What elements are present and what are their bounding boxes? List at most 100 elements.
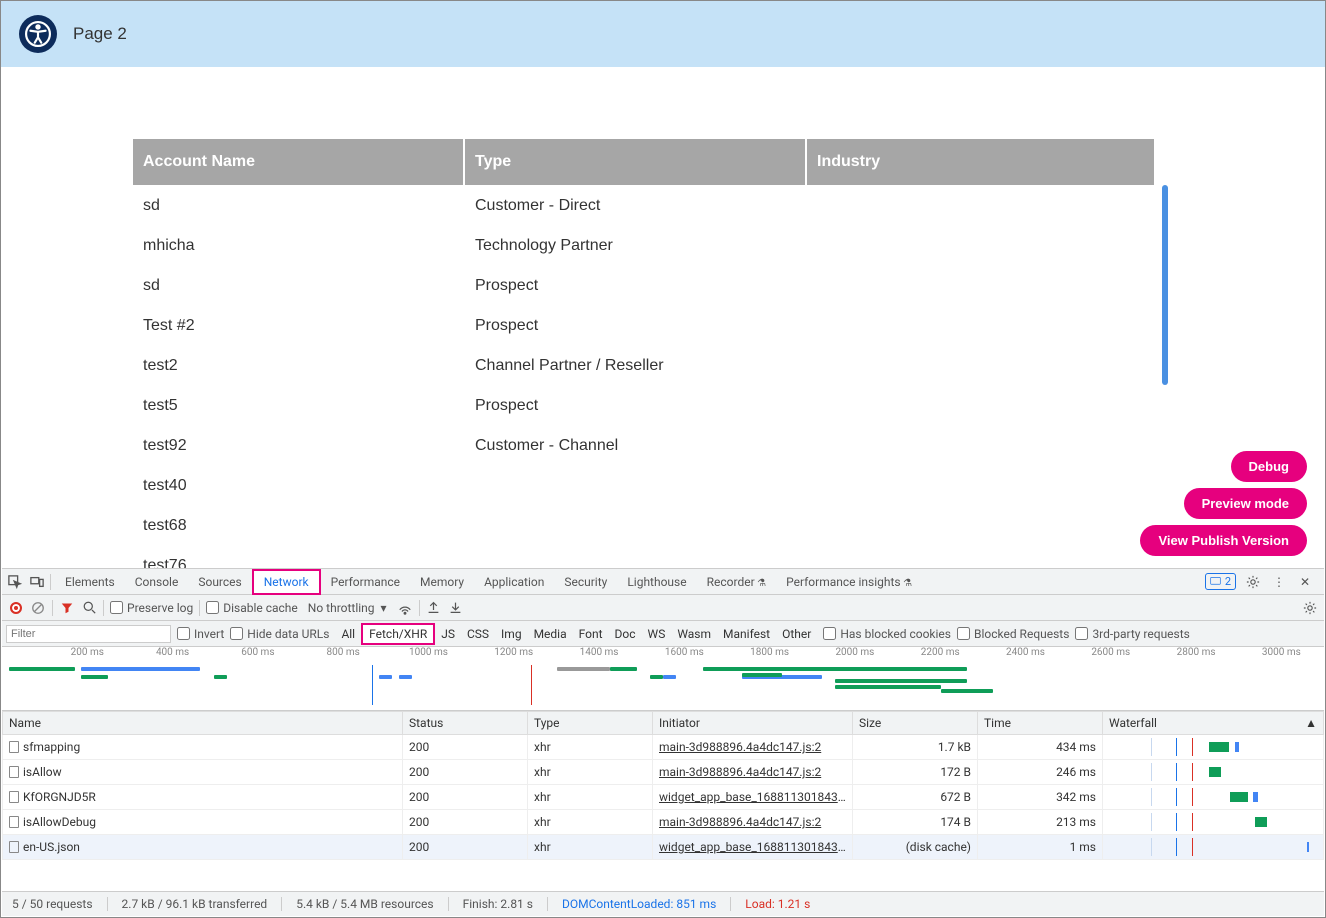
filter-type-doc[interactable]: Doc	[609, 625, 642, 643]
request-initiator[interactable]: main-3d988896.4a4dc147.js:2	[659, 815, 821, 829]
devtools-tab-memory[interactable]: Memory	[410, 571, 474, 593]
import-har-icon[interactable]	[426, 600, 442, 616]
devtools-tab-performance[interactable]: Performance	[321, 571, 410, 593]
request-time: 1 ms	[978, 835, 1103, 860]
filter-type-fetchxhr[interactable]: Fetch/XHR	[361, 623, 435, 645]
settings-icon[interactable]	[1244, 573, 1262, 591]
throttling-select[interactable]: No throttling ▾	[304, 601, 391, 615]
network-settings-icon[interactable]	[1302, 600, 1318, 616]
request-name: en-US.json	[23, 840, 80, 854]
table-row[interactable]: test68	[133, 507, 1154, 545]
devtools-tab-security[interactable]: Security	[554, 571, 617, 593]
net-col-waterfall[interactable]: Waterfall▲	[1103, 712, 1324, 735]
devtools-tab-elements[interactable]: Elements	[55, 571, 125, 593]
export-har-icon[interactable]	[448, 600, 464, 616]
filter-type-other[interactable]: Other	[776, 625, 817, 643]
disable-cache-checkbox[interactable]: Disable cache	[206, 601, 298, 615]
request-row[interactable]: KfORGNJD5R 200 xhr widget_app_base_16881…	[3, 785, 1324, 810]
device-toggle-icon[interactable]	[28, 573, 46, 591]
devtools-tab-application[interactable]: Application	[474, 571, 554, 593]
devtools-tab-console[interactable]: Console	[125, 571, 189, 593]
col-type[interactable]: Type	[465, 139, 805, 185]
request-initiator[interactable]: main-3d988896.4a4dc147.js:2	[659, 740, 821, 754]
has-blocked-cookies-checkbox[interactable]: Has blocked cookies	[823, 627, 951, 641]
filter-input[interactable]	[6, 625, 171, 643]
filter-type-ws[interactable]: WS	[642, 625, 672, 643]
preview-mode-button[interactable]: Preview mode	[1184, 488, 1307, 519]
network-conditions-icon[interactable]	[397, 600, 413, 616]
filter-type-all[interactable]: All	[335, 625, 361, 643]
clear-button[interactable]	[30, 600, 46, 616]
account-table-wrap: Account Name Type Industry sdCustomer - …	[131, 137, 1156, 587]
filter-toggle-icon[interactable]	[59, 600, 75, 616]
issues-count: 2	[1225, 575, 1231, 588]
request-type: xhr	[528, 835, 653, 860]
request-row[interactable]: sfmapping 200 xhr main-3d988896.4a4dc147…	[3, 735, 1324, 760]
net-col-initiator[interactable]: Initiator	[653, 712, 853, 735]
devtools-tab-performance-insights[interactable]: Performance insights ⚗	[776, 571, 922, 593]
network-status-bar: 5 / 50 requests 2.7 kB / 96.1 kB transfe…	[2, 892, 1324, 916]
third-party-checkbox[interactable]: 3rd-party requests	[1075, 627, 1189, 641]
table-row[interactable]: mhichaTechnology Partner	[133, 227, 1154, 265]
devtools-panel: ElementsConsoleSourcesNetworkPerformance…	[2, 568, 1324, 916]
record-button[interactable]	[8, 600, 24, 616]
filter-type-font[interactable]: Font	[573, 625, 609, 643]
request-initiator[interactable]: main-3d988896.4a4dc147.js:2	[659, 765, 821, 779]
table-row[interactable]: test2Channel Partner / Reseller	[133, 347, 1154, 385]
preserve-log-checkbox[interactable]: Preserve log	[110, 601, 193, 615]
issues-badge[interactable]: 2	[1205, 573, 1236, 590]
blocked-requests-checkbox[interactable]: Blocked Requests	[957, 627, 1069, 641]
debug-button[interactable]: Debug	[1231, 451, 1307, 482]
filter-type-js[interactable]: JS	[435, 625, 461, 643]
cell-industry	[807, 507, 1154, 545]
net-col-name[interactable]: Name	[3, 712, 403, 735]
timeline-tick: 1200 ms	[494, 647, 533, 658]
request-size: 172 B	[853, 760, 978, 785]
cell-account-name: test68	[133, 507, 463, 545]
table-row[interactable]: test5Prospect	[133, 387, 1154, 425]
col-account-name[interactable]: Account Name	[133, 139, 463, 185]
net-col-status[interactable]: Status	[403, 712, 528, 735]
view-publish-version-button[interactable]: View Publish Version	[1140, 525, 1307, 556]
network-timeline[interactable]: 200 ms400 ms600 ms800 ms1000 ms1200 ms14…	[2, 647, 1324, 711]
cell-industry	[807, 187, 1154, 225]
devtools-tab-recorder[interactable]: Recorder ⚗	[697, 571, 777, 593]
table-row[interactable]: test92Customer - Channel	[133, 427, 1154, 465]
search-icon[interactable]	[81, 600, 97, 616]
accessibility-icon[interactable]	[19, 15, 57, 53]
filter-type-css[interactable]: CSS	[461, 625, 495, 643]
devtools-tab-lighthouse[interactable]: Lighthouse	[617, 571, 696, 593]
devtools-tab-sources[interactable]: Sources	[188, 571, 251, 593]
filter-type-wasm[interactable]: Wasm	[671, 625, 717, 643]
request-row[interactable]: isAllowDebug 200 xhr main-3d988896.4a4dc…	[3, 810, 1324, 835]
net-col-size[interactable]: Size	[853, 712, 978, 735]
table-row[interactable]: sdCustomer - Direct	[133, 187, 1154, 225]
close-icon[interactable]: ✕	[1296, 573, 1314, 591]
status-transferred: 2.7 kB / 96.1 kB transferred	[122, 897, 268, 911]
net-col-type[interactable]: Type	[528, 712, 653, 735]
filter-type-media[interactable]: Media	[528, 625, 573, 643]
table-row[interactable]: Test #2Prospect	[133, 307, 1154, 345]
net-col-time[interactable]: Time	[978, 712, 1103, 735]
fab-stack: Debug Preview mode View Publish Version	[1140, 451, 1307, 556]
cell-type: Prospect	[465, 267, 805, 305]
more-icon[interactable]: ⋮	[1270, 573, 1288, 591]
filter-type-manifest[interactable]: Manifest	[717, 625, 776, 643]
table-row[interactable]: test40	[133, 467, 1154, 505]
request-row[interactable]: isAllow 200 xhr main-3d988896.4a4dc147.j…	[3, 760, 1324, 785]
invert-checkbox[interactable]: Invert	[177, 627, 224, 641]
request-initiator[interactable]: widget_app_base_1688113018436.j…	[659, 790, 853, 804]
inspect-icon[interactable]	[6, 573, 24, 591]
table-row[interactable]: sdProspect	[133, 267, 1154, 305]
waterfall-cell	[1109, 788, 1317, 806]
cell-account-name: test5	[133, 387, 463, 425]
filter-type-img[interactable]: Img	[495, 625, 528, 643]
hide-data-urls-checkbox[interactable]: Hide data URLs	[230, 627, 329, 641]
request-row[interactable]: en-US.json 200 xhr widget_app_base_16881…	[3, 835, 1324, 860]
timeline-tick: 600 ms	[241, 647, 274, 658]
request-initiator[interactable]: widget_app_base_1688113018436.j…	[659, 840, 853, 854]
network-table: Name Status Type Initiator Size Time Wat…	[2, 711, 1324, 892]
col-industry[interactable]: Industry	[807, 139, 1154, 185]
devtools-tab-network[interactable]: Network	[252, 569, 321, 595]
scrollbar[interactable]	[1162, 185, 1168, 385]
